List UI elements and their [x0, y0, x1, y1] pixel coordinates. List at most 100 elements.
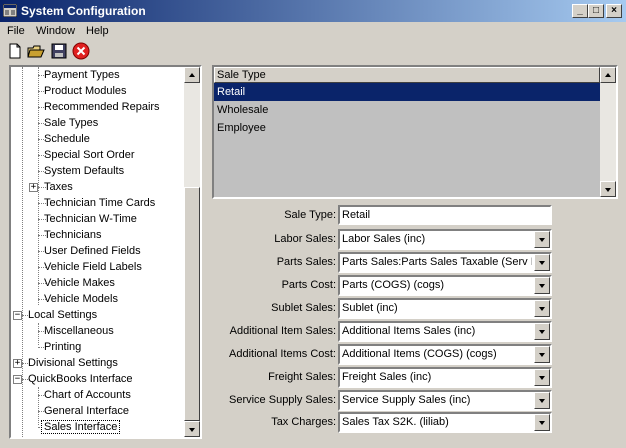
additional-item-sales-dropdown[interactable]: Additional Items Sales (inc)	[338, 321, 552, 342]
dropdown-button[interactable]	[534, 369, 550, 386]
parts-sales-value: Parts Sales:Parts Sales Taxable (Serv In…	[342, 256, 532, 268]
scroll-down-button[interactable]	[184, 421, 200, 437]
dropdown-button[interactable]	[534, 346, 550, 363]
settings-tree[interactable]: + − + − Payment Types Product Modules Reco…	[9, 65, 202, 439]
maximize-icon: □	[592, 5, 600, 16]
tree-item-vehicle-makes[interactable]: Vehicle Makes	[42, 275, 117, 291]
tree-item-technician-w-time[interactable]: Technician W-Time	[42, 211, 139, 227]
tree-item-user-defined-fields[interactable]: User Defined Fields	[42, 243, 143, 259]
close-button[interactable]: ×	[606, 4, 622, 18]
additional-items-cost-dropdown[interactable]: Additional Items (COGS) (cogs)	[338, 344, 552, 365]
tax-charges-label: Tax Charges:	[271, 416, 336, 428]
tree-item-local-settings[interactable]: Local Settings	[26, 307, 99, 323]
tree-item-label: Technician Time Cards	[44, 197, 156, 209]
tree-item-label: Sales Interface	[40, 420, 121, 434]
maximize-button[interactable]: □	[588, 4, 604, 18]
tree-item-chart-of-accounts[interactable]: Chart of Accounts	[42, 387, 133, 403]
tree-item-vehicle-field-labels[interactable]: Vehicle Field Labels	[42, 259, 144, 275]
tree-item-product-modules[interactable]: Product Modules	[42, 83, 129, 99]
tree-item-label: Sale Types	[44, 117, 99, 129]
tree-item-vehicle-models[interactable]: Vehicle Models	[42, 291, 120, 307]
list-scrollbar[interactable]	[600, 67, 616, 197]
list-item[interactable]: Wholesale	[214, 101, 600, 119]
dropdown-button[interactable]	[534, 414, 550, 431]
tree-item-sale-types[interactable]: Sale Types	[42, 115, 100, 131]
tree-item-label: Chart of Accounts	[44, 389, 131, 401]
minimize-icon: _	[577, 5, 583, 16]
dropdown-button[interactable]	[534, 392, 550, 409]
freight-sales-value: Freight Sales (inc)	[342, 371, 432, 383]
tree-item-label: Product Modules	[44, 85, 127, 97]
tree-branch-line	[38, 323, 39, 345]
dropdown-button[interactable]	[534, 323, 550, 340]
tree-item-label: Vehicle Makes	[44, 277, 115, 289]
tree-item-miscellaneous[interactable]: Miscellaneous	[42, 323, 116, 339]
additional-item-sales-value: Additional Items Sales (inc)	[342, 325, 476, 337]
labor-sales-dropdown[interactable]: Labor Sales (inc)	[338, 229, 552, 250]
tree-scrollbar[interactable]	[184, 67, 200, 437]
parts-sales-dropdown[interactable]: Parts Sales:Parts Sales Taxable (Serv In…	[338, 252, 552, 273]
dropdown-button[interactable]	[534, 231, 550, 248]
sublet-sales-label: Sublet Sales:	[271, 302, 336, 314]
tree-content: + − + − Payment Types Product Modules Reco…	[11, 67, 186, 437]
new-icon[interactable]	[6, 42, 24, 60]
window-title: System Configuration	[21, 4, 146, 18]
tree-item-taxes[interactable]: Taxes	[42, 179, 75, 195]
dropdown-button[interactable]	[534, 277, 550, 294]
tax-charges-dropdown[interactable]: Sales Tax S2K. (liliab)	[338, 412, 552, 433]
tree-item-system-defaults[interactable]: System Defaults	[42, 163, 126, 179]
sale-type-field[interactable]: Retail	[338, 205, 552, 225]
list-header[interactable]: Sale Type	[214, 67, 600, 83]
expand-taxes-icon[interactable]: +	[29, 183, 38, 192]
close-icon: ×	[611, 5, 617, 16]
scroll-up-button[interactable]	[184, 67, 200, 83]
tree-branch-line	[38, 387, 39, 425]
tree-item-schedule[interactable]: Schedule	[42, 131, 92, 147]
dropdown-button[interactable]	[534, 300, 550, 317]
list-scroll-down-button[interactable]	[600, 181, 616, 197]
tree-item-printing[interactable]: Printing	[42, 339, 83, 355]
scroll-thumb[interactable]	[184, 187, 200, 421]
service-supply-sales-value: Service Supply Sales (inc)	[342, 394, 471, 406]
tree-item-recommended-repairs[interactable]: Recommended Repairs	[42, 99, 162, 115]
chevron-down-icon	[539, 261, 545, 265]
tree-item-label: Vehicle Models	[44, 293, 118, 305]
sale-type-list[interactable]: Sale Type Retail Wholesale Employee	[212, 65, 618, 199]
tree-item-technicians[interactable]: Technicians	[42, 227, 103, 243]
tree-item-label: Technicians	[44, 229, 102, 241]
chevron-down-icon	[539, 284, 545, 288]
additional-items-cost-label: Additional Items Cost:	[229, 348, 336, 360]
parts-cost-label: Parts Cost:	[281, 279, 336, 291]
dropdown-button[interactable]	[534, 254, 550, 271]
tree-item-special-sort-order[interactable]: Special Sort Order	[42, 147, 136, 163]
parts-cost-dropdown[interactable]: Parts (COGS) (cogs)	[338, 275, 552, 296]
list-item[interactable]: Retail	[214, 83, 600, 101]
minimize-button[interactable]: _	[572, 4, 588, 18]
tree-item-label: User Defined Fields	[44, 245, 141, 257]
save-icon[interactable]	[50, 42, 68, 60]
menu-help[interactable]: Help	[86, 25, 109, 37]
tree-item-sales-interface[interactable]: Sales Interface	[40, 419, 121, 435]
tree-item-payment-types[interactable]: Payment Types	[42, 67, 122, 83]
tree-item-label: Miscellaneous	[44, 325, 114, 337]
tree-item-general-interface[interactable]: General Interface	[42, 403, 131, 419]
tree-item-quickbooks-interface[interactable]: QuickBooks Interface	[26, 371, 135, 387]
expand-divisional-settings-icon[interactable]: +	[13, 359, 22, 368]
sublet-sales-dropdown[interactable]: Sublet (inc)	[338, 298, 552, 319]
collapse-local-settings-icon[interactable]: −	[13, 311, 22, 320]
list-scroll-up-button[interactable]	[600, 67, 616, 83]
chevron-down-icon	[539, 376, 545, 380]
collapse-quickbooks-icon[interactable]: −	[13, 375, 22, 384]
menu-file[interactable]: File	[7, 25, 25, 37]
menu-window[interactable]: Window	[36, 25, 75, 37]
service-supply-sales-dropdown[interactable]: Service Supply Sales (inc)	[338, 390, 552, 411]
labor-sales-value: Labor Sales (inc)	[342, 233, 426, 245]
tree-item-divisional-settings[interactable]: Divisional Settings	[26, 355, 120, 371]
parts-cost-value: Parts (COGS) (cogs)	[342, 279, 445, 291]
close-red-icon[interactable]	[72, 42, 90, 60]
open-icon[interactable]	[27, 42, 45, 60]
tree-item-label: Vehicle Field Labels	[44, 261, 142, 273]
tree-item-technician-time-cards[interactable]: Technician Time Cards	[42, 195, 157, 211]
list-item[interactable]: Employee	[214, 119, 600, 137]
freight-sales-dropdown[interactable]: Freight Sales (inc)	[338, 367, 552, 388]
